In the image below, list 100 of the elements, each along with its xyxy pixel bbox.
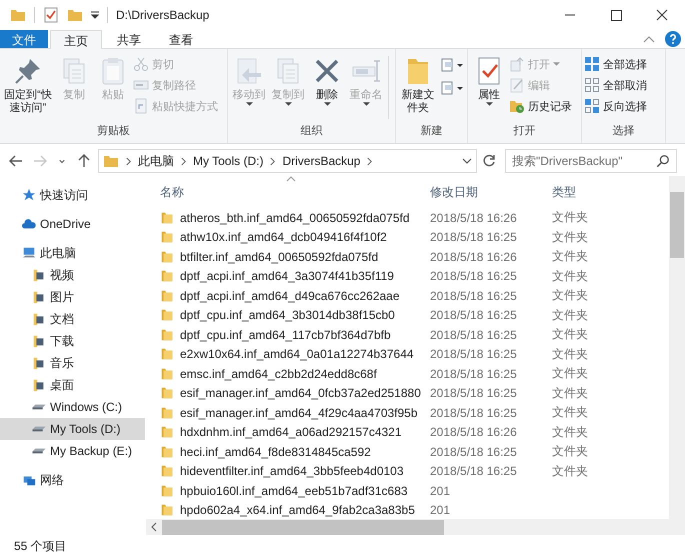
folder-icon [32, 334, 46, 348]
chevron-icon[interactable] [269, 156, 276, 166]
file-name[interactable]: esif_manager.inf_amd64_0fcb37a2ed251880 [154, 386, 430, 400]
dropdown-icon[interactable] [462, 158, 472, 164]
chevron-icon[interactable] [125, 156, 132, 166]
file-name[interactable]: dptf_acpi.inf_amd64_3a3074f41b35f119 [154, 269, 430, 284]
scissors-icon [133, 56, 149, 72]
ribbon-button[interactable]: 新建文件夹 [398, 52, 438, 123]
folder-icon [32, 312, 46, 326]
ribbon-button[interactable]: 全部选择 [584, 54, 649, 74]
file-name[interactable]: dptf_acpi.inf_amd64_d49ca676cc262aae [154, 288, 430, 303]
scrollbar[interactable] [669, 176, 685, 519]
table-cell-text: 2018/5/18 16:25 [430, 444, 518, 459]
column-header[interactable]: 类型 [552, 184, 612, 200]
table-cell-text: 文件夹 [552, 424, 589, 441]
history-icon [509, 98, 525, 114]
file-name[interactable]: athw10x.inf_amd64_dcb049416f4f10f2 [154, 230, 430, 244]
table-cell-text: 文件夹 [552, 248, 589, 266]
file-name[interactable]: atheros_bth.inf_amd64_00650592fda075fd [154, 210, 430, 225]
folder-icon [160, 347, 174, 362]
column-header[interactable]: 修改日期 [430, 184, 552, 200]
scroll-left-icon[interactable] [150, 522, 158, 532]
sidebar-item[interactable]: 音乐 [0, 352, 145, 374]
ribbon-button[interactable]: 固定到“快速访问” [2, 52, 54, 123]
sidebar-item[interactable]: 快速访问 [0, 184, 145, 206]
refresh-icon[interactable] [481, 153, 497, 169]
item-count: 55 个项目 [14, 538, 67, 554]
folder-icon [160, 308, 174, 322]
ribbon-button[interactable]: 属性 [470, 52, 508, 123]
table-cell-text: 文件夹 [552, 384, 589, 402]
open-icon [509, 56, 525, 72]
file-name[interactable]: hpdo602a4_x64.inf_amd64_9fab2ca3a83b5 [154, 503, 430, 518]
back-icon[interactable] [8, 153, 24, 169]
easy-access-button[interactable] [439, 80, 465, 96]
sidebar-item[interactable]: 桌面 [0, 374, 145, 396]
properties-icon[interactable] [43, 7, 59, 23]
breadcrumb[interactable]: My Tools (D:) [193, 154, 264, 168]
sidebar-item[interactable]: My Tools (D:) [0, 418, 145, 440]
ribbon-tab[interactable]: 文件 [0, 30, 48, 48]
file-name[interactable]: hpbuio160l.inf_amd64_eeb51b7adf31c683 [154, 484, 430, 498]
file-name[interactable]: esif_manager.inf_amd64_4f29c4aa4703f95b [154, 406, 430, 420]
dropdown-icon[interactable] [91, 11, 99, 19]
table-cell-text: 2018/5/18 16:25 [430, 386, 518, 400]
drive-icon [32, 448, 46, 454]
sidebar-item[interactable]: 下载 [0, 330, 145, 352]
caret-icon [362, 102, 370, 106]
sidebar-item[interactable]: 文档 [0, 308, 145, 330]
help-icon[interactable] [665, 31, 681, 47]
sidebar-item[interactable]: OneDrive [0, 213, 145, 235]
sidebar-item[interactable]: 图片 [0, 286, 145, 308]
sidebar-item[interactable]: My Backup (E:) [0, 440, 145, 462]
folder-icon [32, 356, 46, 370]
folder-icon [103, 153, 119, 169]
chevron-icon[interactable] [366, 156, 374, 166]
sidebar-item[interactable]: 网络 [0, 469, 145, 491]
ribbon-tab[interactable]: 共享 [104, 30, 154, 48]
ribbon-tab[interactable]: 主页 [50, 30, 102, 49]
table-cell-text: 201 [430, 503, 452, 518]
breadcrumb[interactable]: DriversBackup [282, 154, 360, 168]
sidebar-item[interactable]: 此电脑 [0, 242, 145, 264]
file-name[interactable]: hideventfilter.inf_amd64_3bb5feeb4d0103 [154, 464, 430, 478]
file-name[interactable]: dptf_cpu.inf_amd64_3b3014db38f15cb0 [154, 308, 430, 322]
ribbon-button[interactable]: 全部取消 [584, 75, 649, 95]
folder-icon [160, 425, 174, 440]
table-cell-text: 2018/5/18 16:25 [430, 230, 518, 244]
sidebar-item[interactable]: 视频 [0, 264, 145, 286]
folder-icon [160, 503, 174, 518]
file-name[interactable]: e2xw10x64.inf_amd64_0a01a12274b37644 [154, 347, 430, 362]
table-cell-text: 2018/5/18 16:25 [430, 406, 518, 420]
scrollbar[interactable] [146, 519, 685, 535]
sidebar-item[interactable]: Windows (C:) [0, 396, 145, 418]
ribbon-button[interactable]: 删除 [308, 52, 346, 123]
star-icon [22, 188, 36, 202]
table-cell-text: 2018/5/18 16:26 [430, 425, 518, 440]
drive-icon [32, 404, 46, 410]
chevron-icon[interactable] [180, 156, 187, 166]
group-label: 剪贴板 [96, 124, 131, 139]
folder-icon [32, 268, 46, 282]
address-bar[interactable]: 此电脑 My Tools (D:) DriversBackup [98, 149, 477, 173]
new-item-button[interactable] [439, 57, 465, 73]
breadcrumb[interactable]: 此电脑 [138, 152, 174, 170]
search-icon [656, 154, 670, 168]
ribbon-button[interactable]: 历史记录 [509, 96, 574, 116]
file-name[interactable]: hdxdnhm.inf_amd64_a06ad292157c4321 [154, 425, 430, 440]
ribbon-button[interactable]: 反向选择 [584, 96, 649, 116]
table-cell-text: 2018/5/18 16:25 [430, 347, 518, 362]
table-cell-text: 2018/5/18 16:26 [430, 250, 518, 264]
file-name[interactable]: btfilter.inf_amd64_00650592fda075fd [154, 250, 430, 264]
file-name[interactable]: emsc.inf_amd64_c2bb2d24edd8c68f [154, 366, 430, 381]
table-cell-text: 文件夹 [552, 209, 589, 226]
column-header[interactable]: 名称 [154, 184, 430, 200]
up-icon[interactable] [76, 153, 92, 169]
folder-icon [160, 210, 174, 225]
table-cell-text: 文件夹 [552, 346, 589, 363]
file-name[interactable]: heci.inf_amd64_f8de8314845ca592 [154, 444, 430, 459]
table-cell-text: 文件夹 [552, 404, 589, 422]
collapse-icon[interactable] [643, 35, 655, 43]
file-name[interactable]: dptf_cpu.inf_amd64_117cb7bf364d7bfb [154, 328, 430, 342]
ribbon-tab[interactable]: 查看 [156, 30, 206, 48]
search-field[interactable]: 搜索"DriversBackup" [505, 149, 677, 173]
